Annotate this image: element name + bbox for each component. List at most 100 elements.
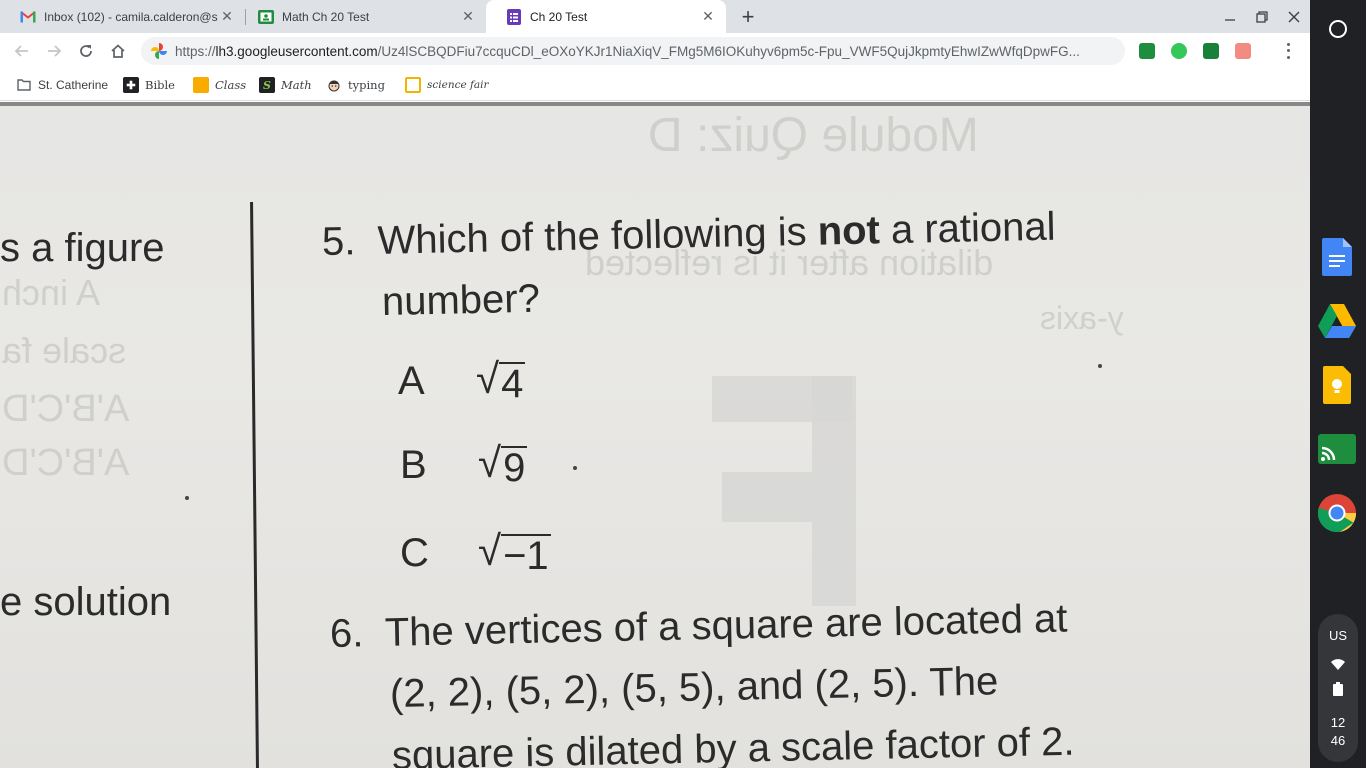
clock-hour: 12 <box>1330 715 1346 730</box>
tab-title: Math Ch 20 Test <box>282 9 370 24</box>
browser-window: Inbox (102) - camila.calderon@s ✕ Math C… <box>0 0 1310 768</box>
keep-icon[interactable] <box>1318 366 1356 404</box>
battery-icon <box>1333 682 1343 699</box>
google-photos-icon <box>151 43 167 59</box>
tab-gmail[interactable]: Inbox (102) - camila.calderon@s ✕ <box>0 0 245 33</box>
question-5-line-2: number? <box>381 276 541 324</box>
bookmark-science-fair[interactable]: science fair <box>405 76 489 94</box>
bookmark-math[interactable]: S Math <box>259 76 312 94</box>
typing-icon <box>326 77 342 93</box>
clock: 12 46 <box>1318 714 1358 750</box>
square-root: √ 4 <box>476 355 526 406</box>
bleed-through-text: A inch <box>2 272 101 313</box>
minimize-button[interactable] <box>1219 6 1241 28</box>
chrome-icon[interactable] <box>1318 494 1356 532</box>
bleed-through-text: A'B'C'D <box>2 442 130 484</box>
restore-button[interactable] <box>1251 6 1273 28</box>
radicand: 9 <box>501 446 528 490</box>
left-column-text: s a figure <box>0 226 165 270</box>
wifi-icon <box>1331 658 1345 673</box>
square-root: √ 9 <box>478 439 528 490</box>
option-letter: C <box>400 530 429 575</box>
close-tab-icon[interactable]: ✕ <box>219 8 235 25</box>
tab-title: Ch 20 Test <box>530 9 588 24</box>
drive-icon[interactable] <box>1318 302 1356 340</box>
bleed-through-text: scale fa <box>2 330 127 371</box>
bookmark-label: Math <box>281 78 312 92</box>
tab-ch20-test[interactable]: Ch 20 Test ✕ <box>486 0 726 33</box>
image-viewer: Module Quiz: D dilation after it is refl… <box>0 102 1310 768</box>
option-a: A √ 4 <box>398 355 526 406</box>
bookmark-label: Class <box>215 78 247 92</box>
paper-speck <box>1098 364 1102 368</box>
bible-icon: ✚ <box>123 77 139 93</box>
bookmark-label: St. Catherine <box>38 78 109 92</box>
bookmarks-bar: St. Catherine ✚ Bible Class S Math typin… <box>0 69 1310 101</box>
option-b: B √ 9 <box>400 439 528 490</box>
home-icon[interactable] <box>106 39 130 63</box>
status-tray[interactable]: US 12 46 <box>1318 614 1358 762</box>
forward-arrow-icon[interactable] <box>42 39 66 63</box>
paper-speck <box>573 466 577 470</box>
option-letter: B <box>400 442 427 487</box>
question-6-line-1: 6. The vertices of a square are located … <box>330 597 1068 657</box>
option-c: C √ −1 <box>400 530 551 576</box>
question-number: 5. <box>321 219 356 264</box>
tab-title: Inbox (102) - camila.calderon@s <box>44 9 218 24</box>
new-tab-button[interactable]: + <box>736 4 760 29</box>
close-window-button[interactable] <box>1283 6 1305 28</box>
question-6-line-2: (2, 2), (5, 2), (5, 5), and (2, 5). The <box>389 659 999 716</box>
bleed-through-text: y-axis <box>1040 300 1124 336</box>
close-tab-icon[interactable]: ✕ <box>460 8 476 25</box>
left-column-text: e solution <box>0 580 172 624</box>
gmail-icon <box>20 9 36 25</box>
browser-toolbar: https://lh3.googleusercontent.com/Uz4lSC… <box>0 33 1310 69</box>
reload-icon[interactable] <box>74 39 98 63</box>
classroom-icon <box>193 77 209 93</box>
power-extension-icon[interactable] <box>1171 43 1187 59</box>
question-number: 6. <box>329 611 364 656</box>
column-divider <box>250 201 259 768</box>
bleed-through-text: A'B'C'D <box>2 388 130 430</box>
close-tab-icon[interactable]: ✕ <box>700 8 716 25</box>
bookmark-label: typing <box>348 78 385 92</box>
bleed-through-header: Module Quiz: D <box>648 109 979 162</box>
question-6-line-3: square is dilated by a scale factor of 2… <box>391 719 1075 768</box>
screen: Inbox (102) - camila.calderon@s ✕ Math C… <box>0 0 1366 768</box>
tab-math-ch20[interactable]: Math Ch 20 Test ✕ <box>238 0 486 33</box>
math-icon: S <box>259 77 275 93</box>
cast-extension-icon[interactable] <box>1203 43 1219 59</box>
folder-icon <box>16 77 32 93</box>
launcher-icon[interactable] <box>1322 13 1352 43</box>
address-bar[interactable]: https://lh3.googleusercontent.com/Uz4lSC… <box>141 37 1125 65</box>
page-edge <box>0 102 1310 106</box>
classroom-icon <box>258 9 274 25</box>
classroom-extension-icon[interactable] <box>1139 43 1155 59</box>
bookmark-label: science fair <box>427 79 489 91</box>
paper-speck <box>185 496 189 500</box>
bookmark-class[interactable]: Class <box>193 76 246 94</box>
question-text: The vertices of a square are located at <box>384 596 1068 655</box>
bleed-through-figure <box>812 376 856 606</box>
cast-icon[interactable] <box>1318 430 1356 468</box>
url-text: https://lh3.googleusercontent.com/Uz4lSC… <box>175 43 1080 59</box>
bookmark-label: Bible <box>145 78 175 92</box>
docs-icon[interactable] <box>1318 238 1356 276</box>
bookmark-st-catherine[interactable]: St. Catherine <box>16 76 108 94</box>
question-text: Which of the following is <box>377 209 819 263</box>
screencastify-extension-icon[interactable] <box>1235 43 1251 59</box>
back-arrow-icon[interactable] <box>10 39 34 63</box>
more-menu-icon[interactable] <box>1280 41 1296 61</box>
bookmark-typing[interactable]: typing <box>326 76 385 94</box>
option-letter: A <box>398 358 425 403</box>
slides-icon <box>405 77 421 93</box>
forms-icon <box>506 8 522 25</box>
radicand: 4 <box>499 362 526 406</box>
question-text: a rational <box>879 204 1056 253</box>
question-emphasis: not <box>817 208 881 254</box>
square-root: √ −1 <box>478 527 551 578</box>
bleed-through-figure <box>722 472 812 522</box>
bookmark-bible[interactable]: ✚ Bible <box>123 76 175 94</box>
tab-strip: Inbox (102) - camila.calderon@s ✕ Math C… <box>0 0 1310 33</box>
radicand: −1 <box>501 534 551 578</box>
